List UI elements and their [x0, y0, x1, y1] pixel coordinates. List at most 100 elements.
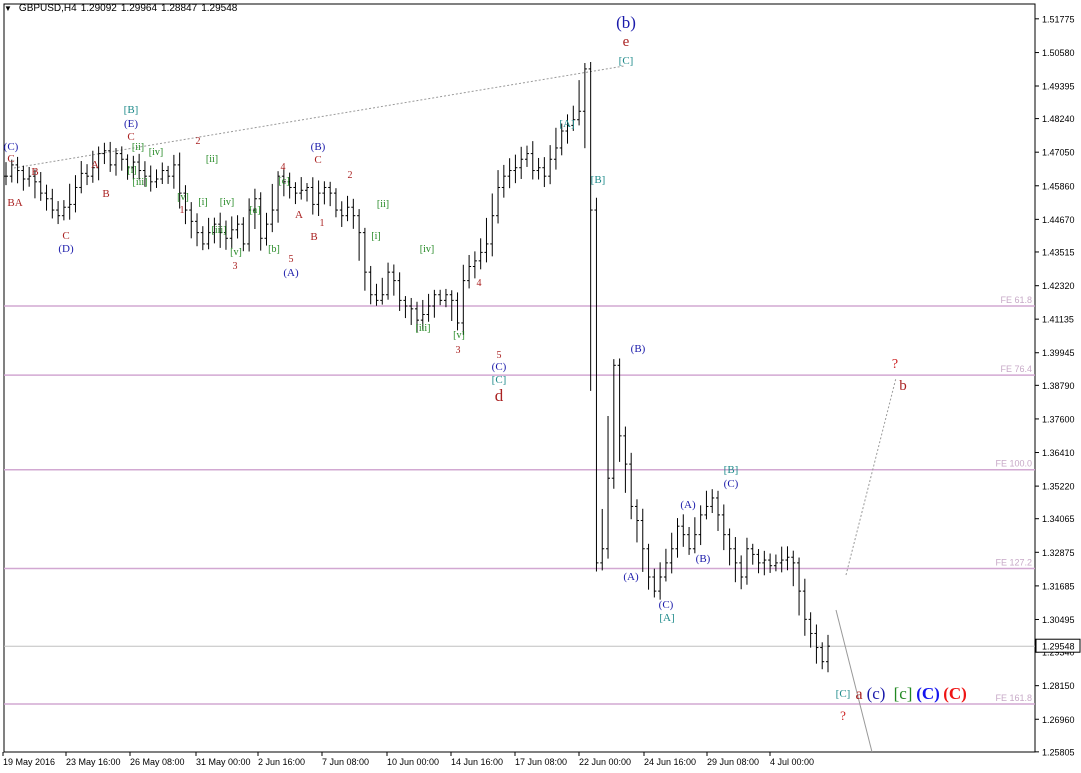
wave-label: [A]: [659, 612, 674, 624]
wave-label: [C]: [492, 374, 507, 386]
x-tick-label: 2 Jun 16:00: [258, 757, 305, 767]
wave-label: 3: [456, 345, 461, 356]
price-chart[interactable]: FE 61.8 FE 76.4 FE 100.0 FE 127.2 FE 161.8 1.…: [0, 0, 1081, 773]
y-tick-label: 1.31685: [1042, 581, 1075, 591]
wave-label: (B): [311, 141, 326, 153]
wave-label: 1: [320, 218, 325, 229]
wave-label: (E): [124, 118, 138, 130]
y-tick-label: 1.41135: [1042, 315, 1074, 325]
y-tick-label: 1.35220: [1042, 482, 1075, 492]
wave-label: (D): [58, 243, 74, 255]
wave-label: e: [623, 34, 630, 50]
wave-label: [ii]: [206, 154, 218, 165]
y-tick-label: 1.43515: [1042, 247, 1075, 257]
y-tick-label: 1.39945: [1042, 348, 1075, 358]
wave-label: ?: [840, 708, 846, 723]
x-tick-label: 31 May 00:00: [196, 757, 251, 767]
y-tick-label: 1.30495: [1042, 615, 1075, 625]
wave-label: [iii]: [416, 323, 431, 334]
wave-label: [ii]: [132, 142, 144, 153]
x-tick-label: 29 Jun 08:00: [707, 757, 759, 767]
y-tick-label: 1.49395: [1042, 81, 1075, 91]
x-tick-label: 19 May 2016: [3, 757, 55, 767]
y-tick-label: 1.28150: [1042, 681, 1075, 691]
wave-label: [C]: [619, 55, 634, 67]
wave-label: B: [102, 188, 109, 200]
y-tick-label: 1.48240: [1042, 114, 1075, 124]
wave-label: [i]: [198, 197, 207, 208]
wave-label: 3: [233, 261, 238, 272]
wave-label: [v]: [453, 330, 465, 341]
wave-label: [i]: [371, 231, 380, 242]
wave-label: d: [495, 386, 504, 405]
wave-label: (C): [943, 684, 967, 703]
y-tick-label: 1.32875: [1042, 548, 1075, 558]
y-tick-label: 1.44670: [1042, 215, 1075, 225]
wave-label: (C): [492, 361, 507, 373]
wave-label: [iii]: [133, 177, 148, 188]
wave-label: [a]: [249, 205, 260, 216]
chart-window[interactable]: ▼ GBPUSD,H4 1.29092 1.29964 1.28847 1.29548 F…: [0, 0, 1081, 773]
fe-level-label: FE 76.4: [1000, 364, 1032, 374]
wave-label: 5: [497, 350, 502, 361]
fe-level-label: FE 100.0: [995, 459, 1032, 469]
wave-label: BA: [7, 197, 22, 209]
wave-label: 2: [348, 170, 353, 181]
y-tick-label: 1.26960: [1042, 715, 1075, 725]
wave-label: [iv]: [220, 197, 234, 208]
wave-label: (A): [283, 267, 299, 279]
wave-label: [ii]: [377, 199, 389, 210]
wave-label: [iv]: [149, 147, 163, 158]
y-tick-label: 1.45860: [1042, 181, 1075, 191]
wave-label: [B]: [724, 464, 739, 476]
wave-label: [B]: [591, 174, 606, 186]
x-tick-label: 7 Jun 08:00: [322, 757, 369, 767]
wave-label: [c]: [894, 684, 913, 703]
wave-label: B: [31, 166, 38, 178]
wave-label: (A): [623, 571, 639, 583]
x-tick-label: 22 Jun 00:00: [579, 757, 631, 767]
y-tick-label: 1.47050: [1042, 148, 1075, 158]
wave-label: (C): [659, 599, 674, 611]
wave-label: [v]: [230, 247, 242, 258]
x-tick-label: 26 May 08:00: [130, 757, 185, 767]
wave-label: 1: [180, 205, 185, 216]
wave-label: [b]: [268, 244, 280, 255]
x-tick-label: 23 May 16:00: [66, 757, 121, 767]
wave-label: b: [899, 378, 907, 394]
wave-label: C: [7, 153, 14, 165]
wave-label: (C): [724, 478, 739, 490]
y-tick-label: 1.51775: [1042, 14, 1075, 24]
wave-label: [i]: [127, 165, 136, 176]
wave-label: 4: [281, 162, 286, 173]
x-tick-label: 10 Jun 00:00: [387, 757, 439, 767]
wave-label: B: [310, 231, 317, 243]
wave-label: C: [314, 154, 321, 166]
wave-label: a: [855, 686, 862, 703]
wave-label: (C): [4, 141, 19, 153]
y-tick-label: 1.42320: [1042, 281, 1075, 291]
wave-label: (c): [867, 684, 886, 703]
y-tick-label: 1.38790: [1042, 381, 1075, 391]
x-tick-label: 17 Jun 08:00: [515, 757, 567, 767]
y-tick-label: 1.34065: [1042, 514, 1075, 524]
projection-line: [835, 609, 873, 753]
x-tick-label: 24 Jun 16:00: [644, 757, 696, 767]
wave-label: [v]: [177, 192, 189, 203]
wave-label: [iv]: [420, 244, 434, 255]
wave-label: (A): [680, 499, 696, 511]
wave-label: (b): [616, 13, 636, 32]
wave-label: [iii]: [212, 225, 227, 236]
projection-line: [845, 377, 897, 576]
y-tick-label: 1.36410: [1042, 448, 1075, 458]
fe-level-label: FE 161.8: [995, 693, 1032, 703]
wave-label: [B]: [124, 104, 139, 116]
wave-label: [C]: [836, 688, 851, 700]
wave-label: 2: [196, 136, 201, 147]
fe-level-label: FE 127.2: [995, 558, 1032, 568]
wave-label: A: [91, 159, 99, 171]
wave-label: (B): [696, 553, 711, 565]
wave-label: A: [295, 209, 303, 221]
wave-label: [A]: [559, 118, 574, 130]
wave-label: 5: [289, 254, 294, 265]
